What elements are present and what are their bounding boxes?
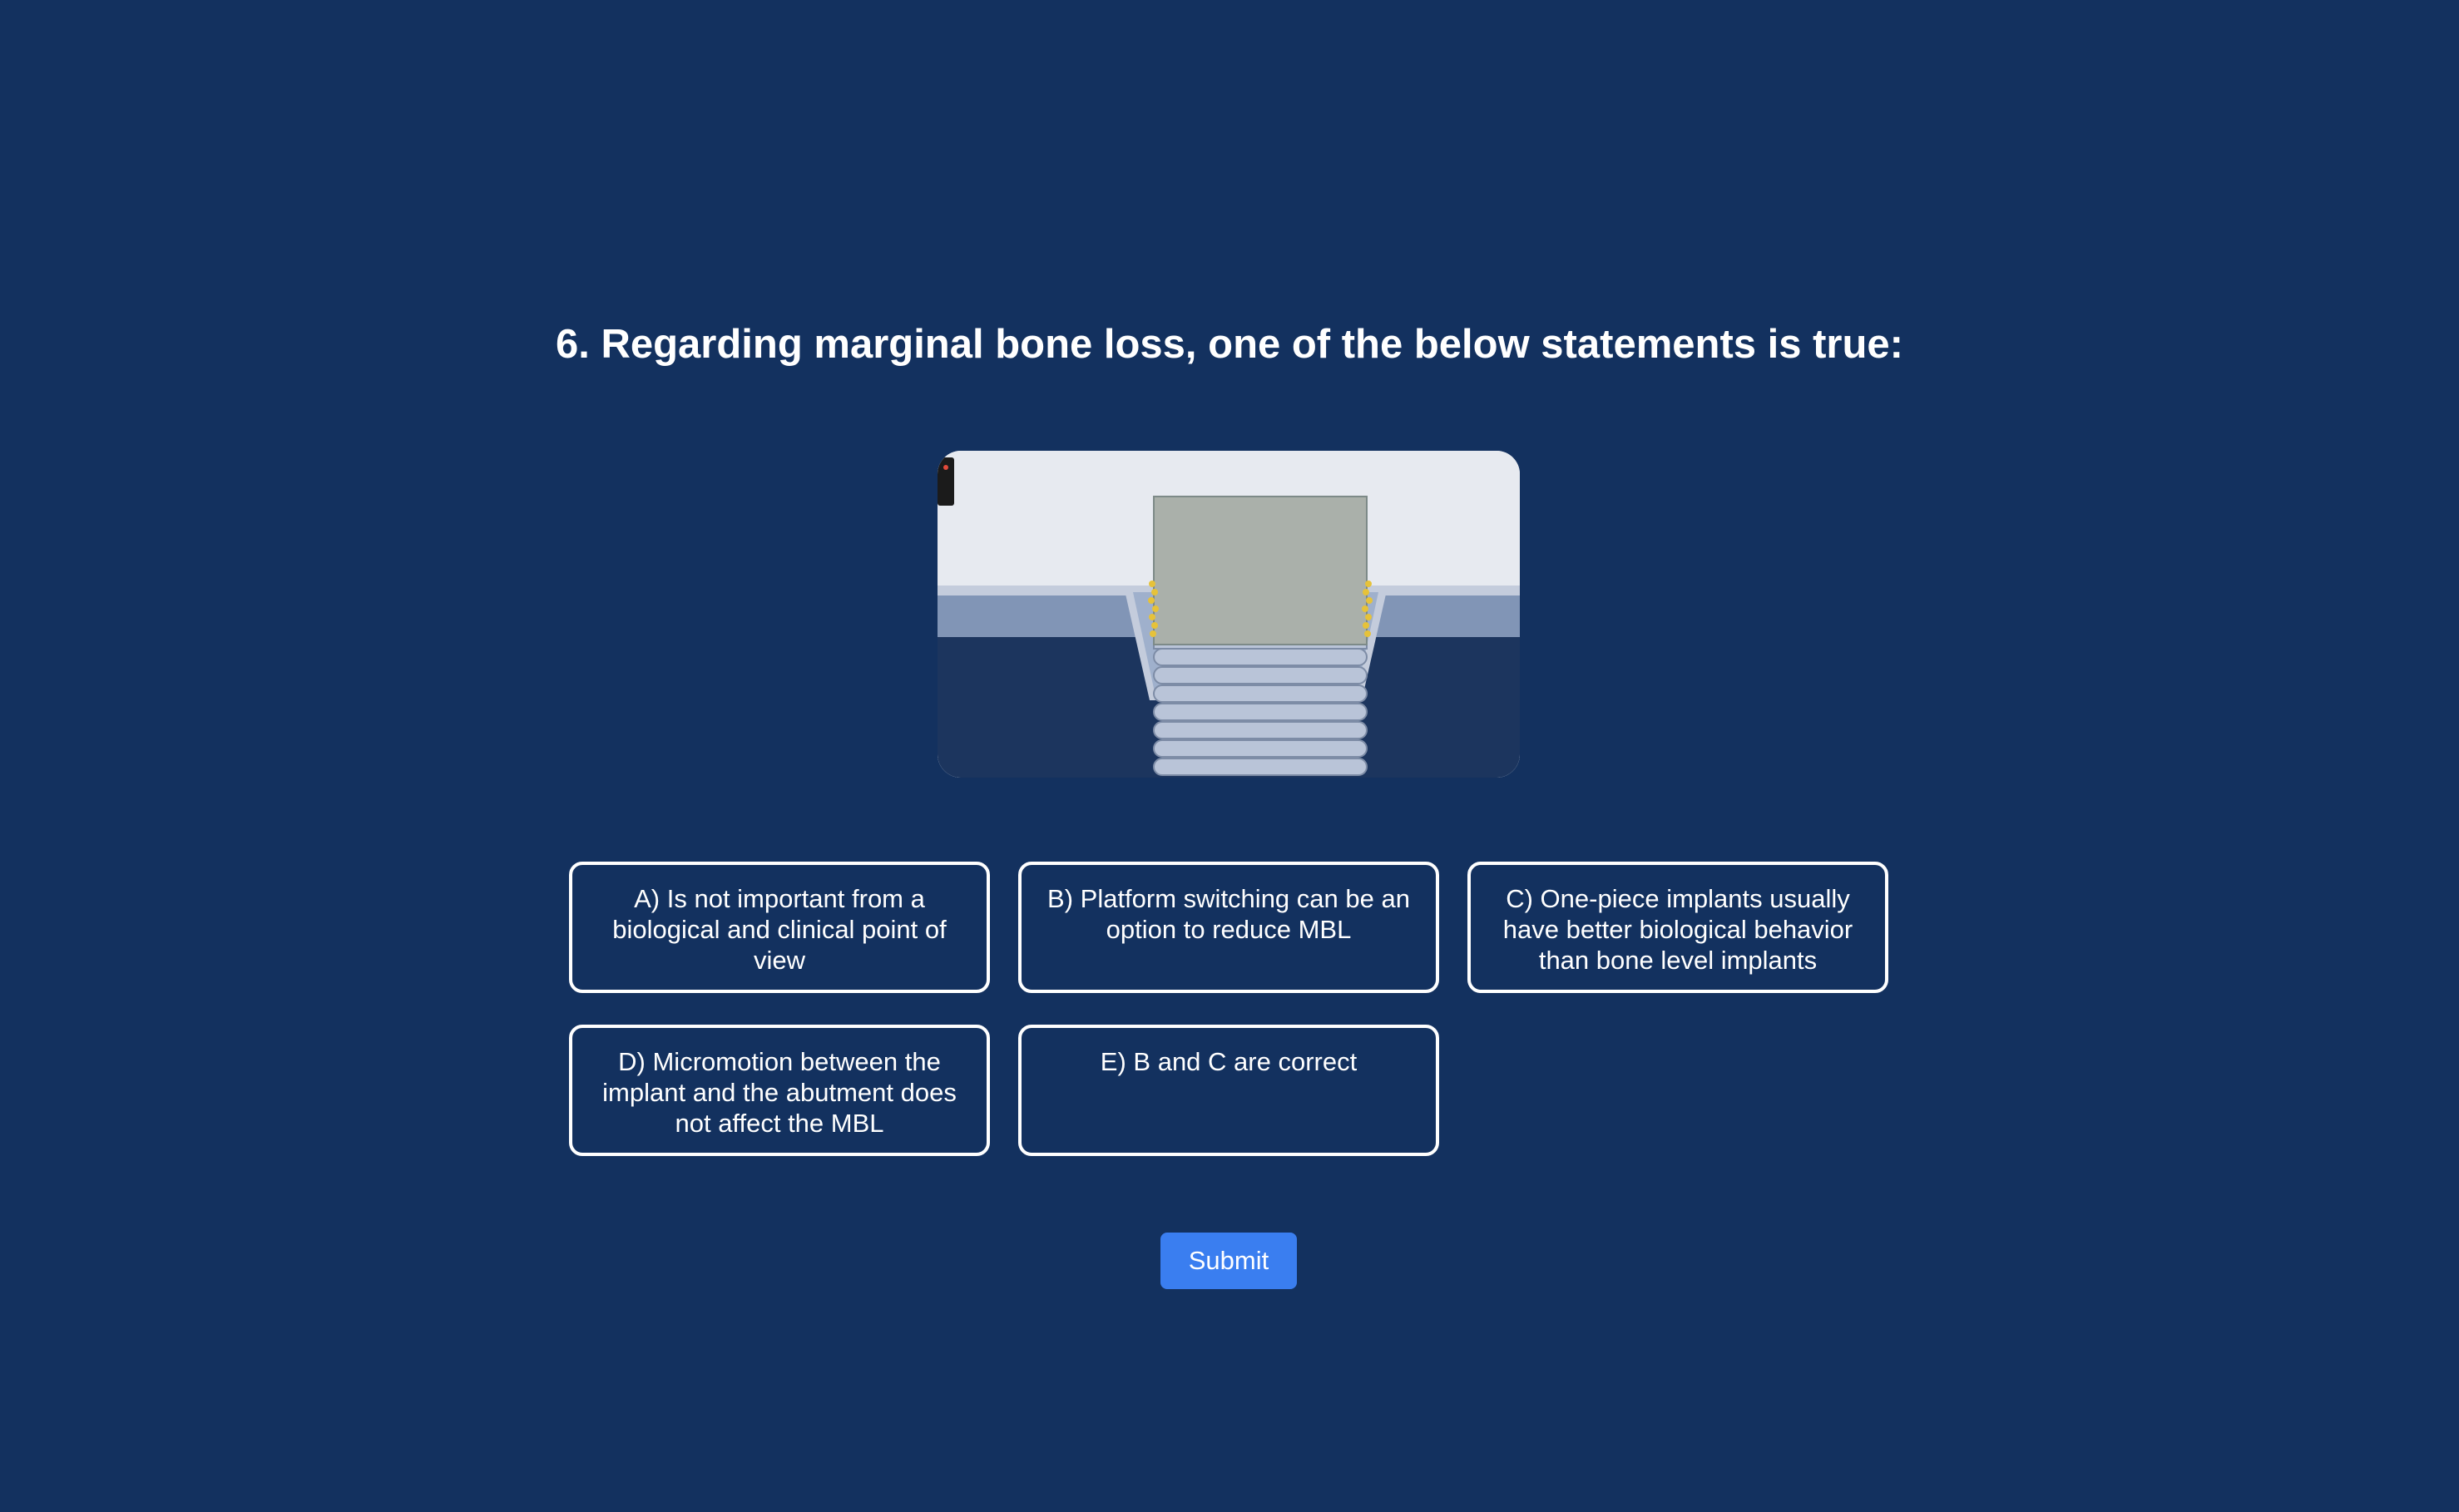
submit-button[interactable]: Submit bbox=[1160, 1233, 1297, 1289]
answer-option-b[interactable]: B) Platform switching can be an option t… bbox=[1018, 862, 1439, 993]
implant-diagram-icon bbox=[938, 451, 1520, 778]
answer-option-e[interactable]: E) B and C are correct bbox=[1018, 1025, 1439, 1156]
implant-illustration bbox=[938, 451, 1520, 778]
answer-option-c[interactable]: C) One-piece implants usually have bette… bbox=[1467, 862, 1888, 993]
answer-options: A) Is not important from a biological an… bbox=[569, 862, 1890, 1156]
answer-option-a[interactable]: A) Is not important from a biological an… bbox=[569, 862, 990, 993]
answer-option-d[interactable]: D) Micromotion between the implant and t… bbox=[569, 1025, 990, 1156]
quiz-page: 6. Regarding marginal bone loss, one of … bbox=[0, 0, 2459, 1512]
question-title: 6. Regarding marginal bone loss, one of … bbox=[555, 322, 1903, 367]
